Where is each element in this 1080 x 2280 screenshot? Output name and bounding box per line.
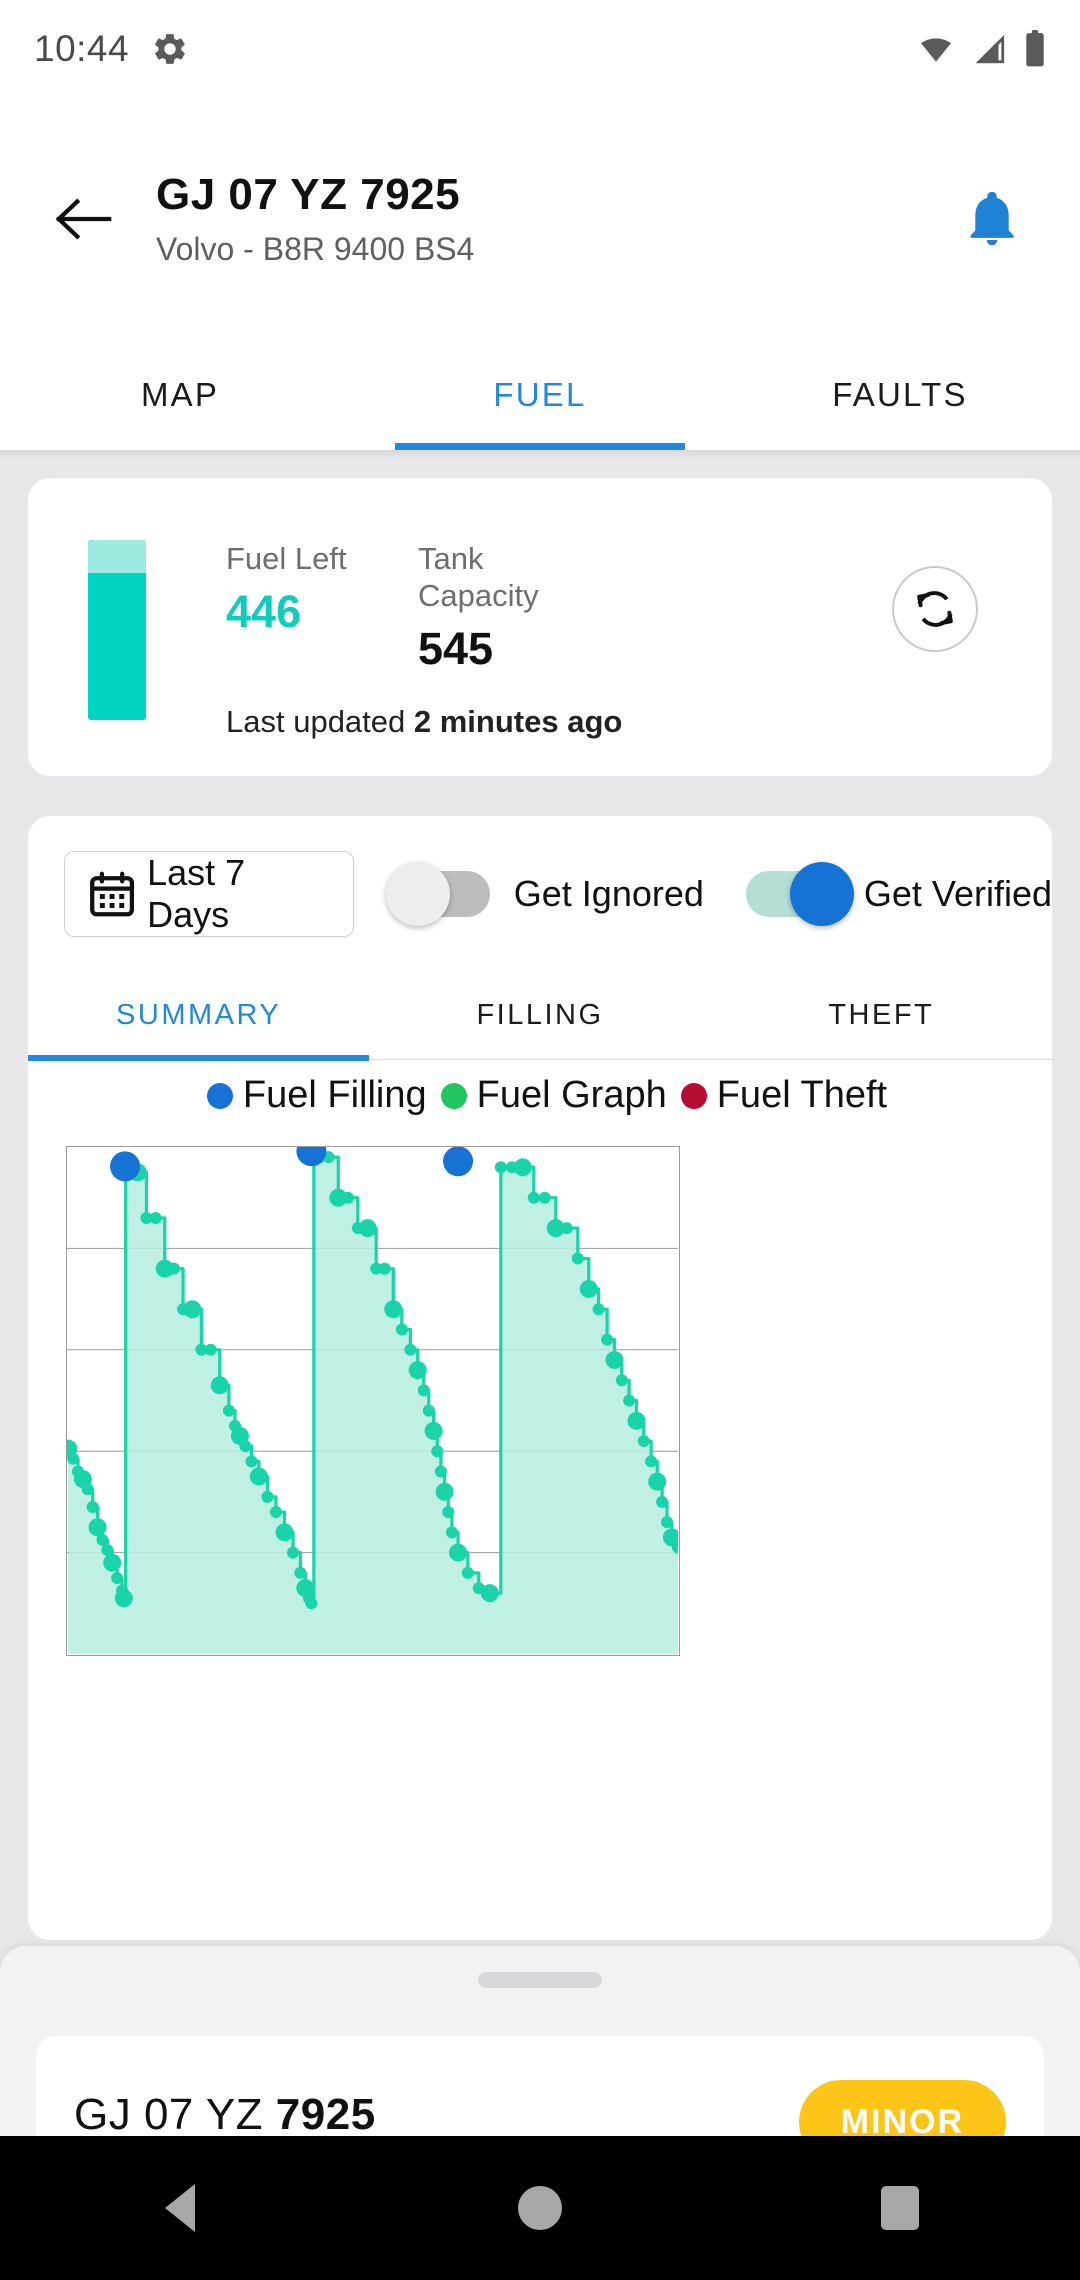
- legend-item-fuel-filling: Fuel Filling: [193, 1074, 427, 1117]
- last-updated: Last updated 2 minutes ago: [226, 704, 622, 740]
- refresh-button[interactable]: [892, 566, 978, 652]
- fuel-gauge-empty: [88, 540, 146, 574]
- toggle-get-ignored-label: Get Ignored: [513, 873, 704, 914]
- refresh-icon: [917, 591, 953, 627]
- subtab-filling[interactable]: FILLING: [369, 972, 710, 1059]
- back-arrow-icon: [55, 198, 112, 240]
- legend-label-fuel-filling: Fuel Filling: [242, 1074, 427, 1116]
- phone-screen: 10:44 GJ 07 YZ 7925 Volvo - B8R 9400 BS4…: [0, 0, 1080, 2280]
- chart-filter-row: Last 7 Days Get Ignored Get Verified: [28, 816, 1052, 972]
- fuel-left-label: Fuel Left: [226, 541, 347, 576]
- wifi-icon: [921, 38, 951, 62]
- tank-capacity-label: Tank Capacity: [418, 541, 539, 614]
- legend-dot-fuel-theft: [680, 1082, 707, 1109]
- toggle-get-ignored-knob: [385, 862, 450, 926]
- legend-dot-fuel-graph: [440, 1082, 467, 1109]
- nav-back-icon: [165, 2184, 195, 2232]
- last-updated-value: 2 minutes ago: [413, 703, 623, 739]
- tab-map-label: MAP: [140, 376, 220, 413]
- tab-map[interactable]: MAP: [0, 340, 360, 450]
- fuel-chart-card: Last 7 Days Get Ignored Get Verified SUM…: [28, 816, 1052, 1940]
- legend-label-fuel-theft: Fuel Theft: [716, 1074, 888, 1116]
- fuel-summary-card: Fuel Left 446 Tank Capacity 545 Last upd…: [28, 478, 1052, 776]
- nav-home-icon: [518, 2186, 562, 2230]
- nav-recents-button[interactable]: [720, 2186, 1080, 2230]
- fuel-chart-svg: [67, 1147, 678, 1654]
- status-bar: 10:44: [0, 0, 1080, 98]
- tab-bar-shadow: [0, 450, 1080, 458]
- sheet-plate: GJ 07 YZ 7925: [74, 2090, 376, 2140]
- gear-icon: [151, 30, 189, 68]
- toggle-get-verified-label: Get Verified: [863, 873, 1052, 914]
- nav-recents-icon: [881, 2186, 919, 2230]
- subtab-summary-label: SUMMARY: [116, 999, 282, 1031]
- subtab-filling-label: FILLING: [476, 999, 604, 1031]
- sheet-plate-number: 7925: [275, 2090, 376, 2139]
- toggle-get-verified[interactable]: [745, 862, 854, 926]
- status-time: 10:44: [34, 28, 130, 69]
- page-title: GJ 07 YZ 7925: [156, 170, 461, 220]
- date-range-button[interactable]: Last 7 Days: [64, 851, 354, 937]
- subtab-summary[interactable]: SUMMARY: [28, 972, 370, 1061]
- calendar-icon: [90, 871, 135, 917]
- toggle-get-verified-knob: [789, 862, 854, 926]
- tank-capacity-value: 545: [418, 623, 494, 675]
- fuel-chart-plot[interactable]: [66, 1146, 680, 1656]
- notification-button[interactable]: [952, 179, 1032, 259]
- last-updated-prefix: Last updated: [226, 703, 414, 739]
- toggle-get-verified-wrap: Get Verified: [745, 862, 1052, 926]
- legend-dot-fuel-filling: [206, 1082, 233, 1109]
- fuel-left-value: 446: [226, 586, 302, 638]
- chart-sub-tab-bar[interactable]: SUMMARY FILLING THEFT: [28, 972, 1052, 1061]
- subtab-theft[interactable]: THEFT: [711, 972, 1052, 1059]
- chart-legend: Fuel Filling Fuel Graph Fuel Theft: [28, 1074, 1052, 1117]
- nav-back-button[interactable]: [0, 2184, 360, 2232]
- sheet-plate-prefix: GJ 07 YZ: [74, 2090, 276, 2139]
- app-header: GJ 07 YZ 7925 Volvo - B8R 9400 BS4: [0, 98, 1080, 340]
- drag-handle[interactable]: [478, 1972, 602, 1988]
- main-tab-bar[interactable]: MAP FUEL FAULTS: [0, 340, 1080, 450]
- legend-item-fuel-theft: Fuel Theft: [667, 1074, 887, 1117]
- signal-icon: [975, 34, 1005, 64]
- fuel-left-block: Fuel Left 446: [226, 540, 354, 674]
- fuel-stats: Fuel Left 446 Tank Capacity 545 Last upd…: [226, 540, 622, 740]
- tab-fuel[interactable]: FUEL: [360, 340, 720, 450]
- tank-capacity-block: Tank Capacity 545: [418, 540, 546, 674]
- back-button[interactable]: [48, 183, 120, 255]
- tab-faults[interactable]: FAULTS: [720, 340, 1080, 450]
- tab-faults-label: FAULTS: [832, 376, 968, 413]
- status-icons: [916, 30, 1046, 68]
- tab-fuel-label: FUEL: [493, 376, 587, 413]
- toggle-get-ignored-wrap: Get Ignored: [385, 862, 704, 926]
- subtab-theft-label: THEFT: [828, 999, 935, 1031]
- date-range-label: Last 7 Days: [147, 852, 246, 935]
- bell-icon: [970, 191, 1014, 246]
- fuel-gauge: [88, 540, 146, 720]
- page-subtitle: Volvo - B8R 9400 BS4: [156, 230, 475, 267]
- battery-icon: [1026, 30, 1044, 67]
- legend-item-fuel-graph: Fuel Graph: [427, 1074, 667, 1117]
- toggle-get-ignored[interactable]: [385, 862, 490, 926]
- nav-home-button[interactable]: [360, 2186, 720, 2230]
- legend-label-fuel-graph: Fuel Graph: [476, 1074, 667, 1116]
- header-titles: GJ 07 YZ 7925 Volvo - B8R 9400 BS4: [156, 170, 474, 267]
- android-nav-bar[interactable]: [0, 2136, 1080, 2280]
